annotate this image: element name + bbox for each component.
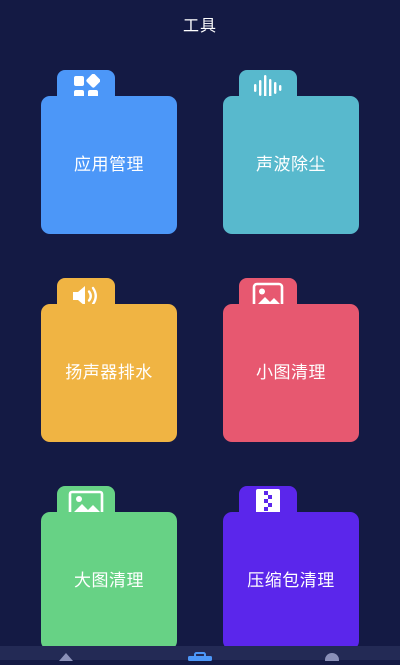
tile-label: 压缩包清理 [247, 570, 335, 591]
app-management-tile[interactable]: 应用管理 [41, 70, 177, 234]
bottom-nav [0, 646, 400, 665]
page-title: 工具 [182, 16, 217, 35]
home-icon[interactable] [56, 646, 76, 665]
tile-body: 大图清理 [41, 512, 177, 650]
toolbox-icon[interactable] [186, 646, 214, 665]
tile-label: 大图清理 [74, 570, 144, 591]
tile-body: 声波除尘 [223, 96, 359, 234]
sound-dust-removal-tile[interactable]: 声波除尘 [223, 70, 359, 234]
archive-cleanup-tile[interactable]: 压缩包清理 [223, 486, 359, 650]
tile-body: 小图清理 [223, 304, 359, 442]
profile-icon[interactable] [322, 646, 342, 665]
tile-body: 压缩包清理 [223, 512, 359, 650]
tile-body: 扬声器排水 [41, 304, 177, 442]
small-image-cleanup-tile[interactable]: 小图清理 [223, 278, 359, 442]
large-image-cleanup-tile[interactable]: 大图清理 [41, 486, 177, 650]
speaker-drain-tile[interactable]: 扬声器排水 [41, 278, 177, 442]
tile-label: 小图清理 [256, 362, 326, 383]
tile-label: 扬声器排水 [65, 362, 153, 383]
tile-label: 应用管理 [74, 154, 144, 175]
tile-body: 应用管理 [41, 96, 177, 234]
tile-label: 声波除尘 [256, 154, 326, 175]
